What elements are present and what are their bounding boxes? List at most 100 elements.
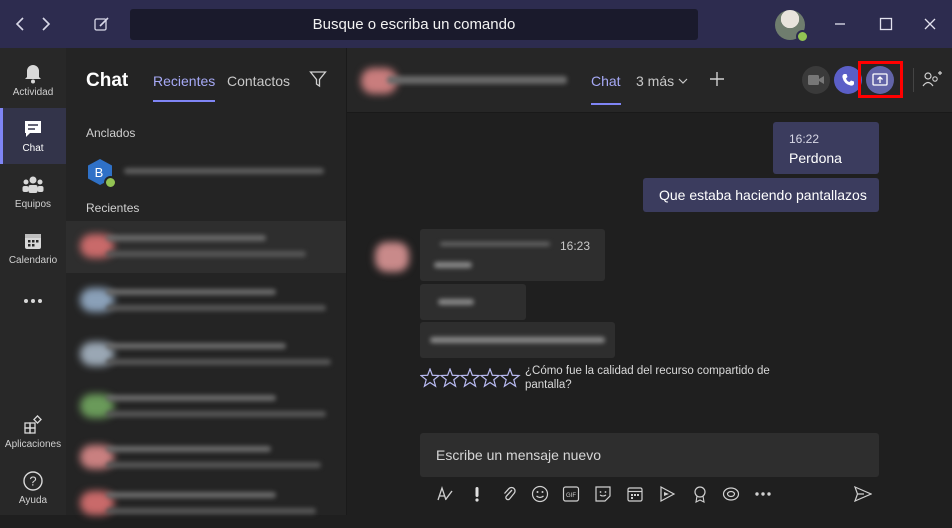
format-icon[interactable] xyxy=(435,484,455,504)
redacted-name xyxy=(106,492,276,498)
tab-chat[interactable]: Chat xyxy=(591,73,621,105)
title-bar: Busque o escriba un comando xyxy=(0,0,952,48)
redacted-name xyxy=(106,395,276,401)
list-item-recent[interactable] xyxy=(66,432,346,482)
star-icon[interactable] xyxy=(499,368,521,388)
message-text: Que estaba haciendo pantallazos xyxy=(659,187,867,203)
redacted-preview xyxy=(106,251,306,257)
redacted-contact-name xyxy=(387,76,567,84)
message-bubble-other[interactable] xyxy=(420,284,526,320)
rail-item-calendario[interactable]: Calendario xyxy=(0,220,66,276)
gif-icon[interactable]: GIF xyxy=(561,484,581,504)
search-command-box[interactable]: Busque o escriba un comando xyxy=(130,9,698,40)
list-item-recent[interactable] xyxy=(66,275,346,325)
rail-label: Actividad xyxy=(12,87,54,98)
compose-box[interactable]: Escribe un mensaje nuevo xyxy=(420,433,879,477)
star-icon[interactable] xyxy=(420,368,441,388)
more-icon[interactable] xyxy=(753,484,773,504)
maximize-icon[interactable] xyxy=(874,12,898,36)
message-bubble-mine[interactable]: 16:22 Perdona xyxy=(773,122,879,174)
emoji-icon[interactable] xyxy=(530,484,550,504)
chat-list-pane: Chat Recientes Contactos Anclados B Reci… xyxy=(66,48,347,515)
schedule-meeting-icon[interactable] xyxy=(625,484,645,504)
section-pinned-label: Anclados xyxy=(86,126,136,140)
rail-item-aplicaciones[interactable]: Aplicaciones xyxy=(0,404,66,460)
chevron-right-icon[interactable] xyxy=(34,12,58,36)
more-icon xyxy=(23,290,43,312)
compose-placeholder: Escribe un mensaje nuevo xyxy=(436,447,601,463)
star-icon[interactable] xyxy=(439,368,461,388)
filter-icon[interactable] xyxy=(309,70,327,88)
presence-available-icon xyxy=(104,176,117,189)
important-icon[interactable] xyxy=(467,484,487,504)
star-rating[interactable] xyxy=(420,368,522,388)
chevron-down-icon xyxy=(678,77,688,85)
star-icon[interactable] xyxy=(479,368,501,388)
list-item-recent[interactable] xyxy=(66,381,346,431)
presence-available-icon xyxy=(796,30,809,43)
message-bubble-mine[interactable]: Que estaba haciendo pantallazos xyxy=(643,178,879,212)
redacted-preview xyxy=(106,508,316,514)
redacted-message xyxy=(438,299,474,305)
rail-item-equipos[interactable]: Equipos xyxy=(0,164,66,220)
redacted-avatar xyxy=(375,242,409,272)
section-recent-label: Recientes xyxy=(86,201,140,215)
close-icon[interactable] xyxy=(918,12,942,36)
video-call-icon[interactable] xyxy=(802,66,830,94)
redacted-name xyxy=(106,343,286,349)
help-icon: ? xyxy=(22,470,44,492)
loop-icon[interactable] xyxy=(721,484,741,504)
share-screen-icon[interactable] xyxy=(866,66,894,94)
chat-icon xyxy=(23,118,43,140)
sticker-icon[interactable] xyxy=(593,484,613,504)
redacted-sender xyxy=(440,242,550,246)
plus-icon[interactable] xyxy=(709,71,725,87)
rail-item-chat[interactable]: Chat xyxy=(0,108,66,164)
svg-text:GIF: GIF xyxy=(566,493,576,499)
redacted-name xyxy=(124,168,324,174)
add-people-icon[interactable] xyxy=(922,70,942,88)
rail-label: Chat xyxy=(22,143,44,154)
list-item-recent[interactable] xyxy=(66,478,346,528)
rail-item-actividad[interactable]: Actividad xyxy=(0,52,66,108)
rating-prompt-line: ¿Cómo fue la calidad del recurso compart… xyxy=(525,365,770,377)
rail-label: Ayuda xyxy=(18,495,48,506)
search-placeholder: Busque o escriba un comando xyxy=(312,16,516,33)
stream-icon[interactable] xyxy=(657,484,677,504)
chevron-left-icon[interactable] xyxy=(8,12,32,36)
attach-icon[interactable] xyxy=(499,484,519,504)
praise-icon[interactable] xyxy=(690,484,710,504)
list-item-pinned[interactable]: B xyxy=(66,148,346,198)
message-time: 16:22 xyxy=(789,132,820,146)
tab-recientes[interactable]: Recientes xyxy=(153,73,216,102)
header-divider xyxy=(913,68,914,92)
conversation-pane: Chat 3 más 16:22 Perdona Que estaba haci… xyxy=(347,48,952,515)
send-icon[interactable] xyxy=(853,484,873,504)
redacted-message xyxy=(430,337,605,343)
tab-contactos[interactable]: Contactos xyxy=(227,73,290,89)
list-item-recent[interactable] xyxy=(66,221,346,273)
redacted-preview xyxy=(106,462,321,468)
message-bubble-other[interactable]: 16:23 xyxy=(420,229,605,281)
star-icon[interactable] xyxy=(459,368,481,388)
rail-item-more[interactable] xyxy=(0,274,66,330)
redacted-message xyxy=(434,262,472,268)
redacted-preview xyxy=(106,359,331,365)
apps-icon xyxy=(23,414,43,436)
redacted-preview xyxy=(106,411,326,417)
app-rail: Actividad Chat Equipos Calendario Aplica… xyxy=(0,48,66,515)
rating-prompt-line: pantalla? xyxy=(525,379,572,391)
rail-label: Aplicaciones xyxy=(4,439,62,450)
chat-list-title: Chat xyxy=(86,70,129,91)
redacted-name xyxy=(106,446,271,452)
message-bubble-other[interactable] xyxy=(420,322,615,358)
compose-icon[interactable] xyxy=(90,12,114,36)
rail-item-ayuda[interactable]: ? Ayuda xyxy=(0,460,66,516)
minimize-icon[interactable] xyxy=(828,12,852,36)
tab-more[interactable]: 3 más xyxy=(636,73,688,89)
rating-prompt: ¿Cómo fue la calidad del recurso compart… xyxy=(525,364,795,392)
redacted-preview xyxy=(106,305,326,311)
list-item-recent[interactable] xyxy=(66,329,346,379)
star-icons[interactable] xyxy=(420,368,522,388)
rail-label: Equipos xyxy=(14,199,52,210)
